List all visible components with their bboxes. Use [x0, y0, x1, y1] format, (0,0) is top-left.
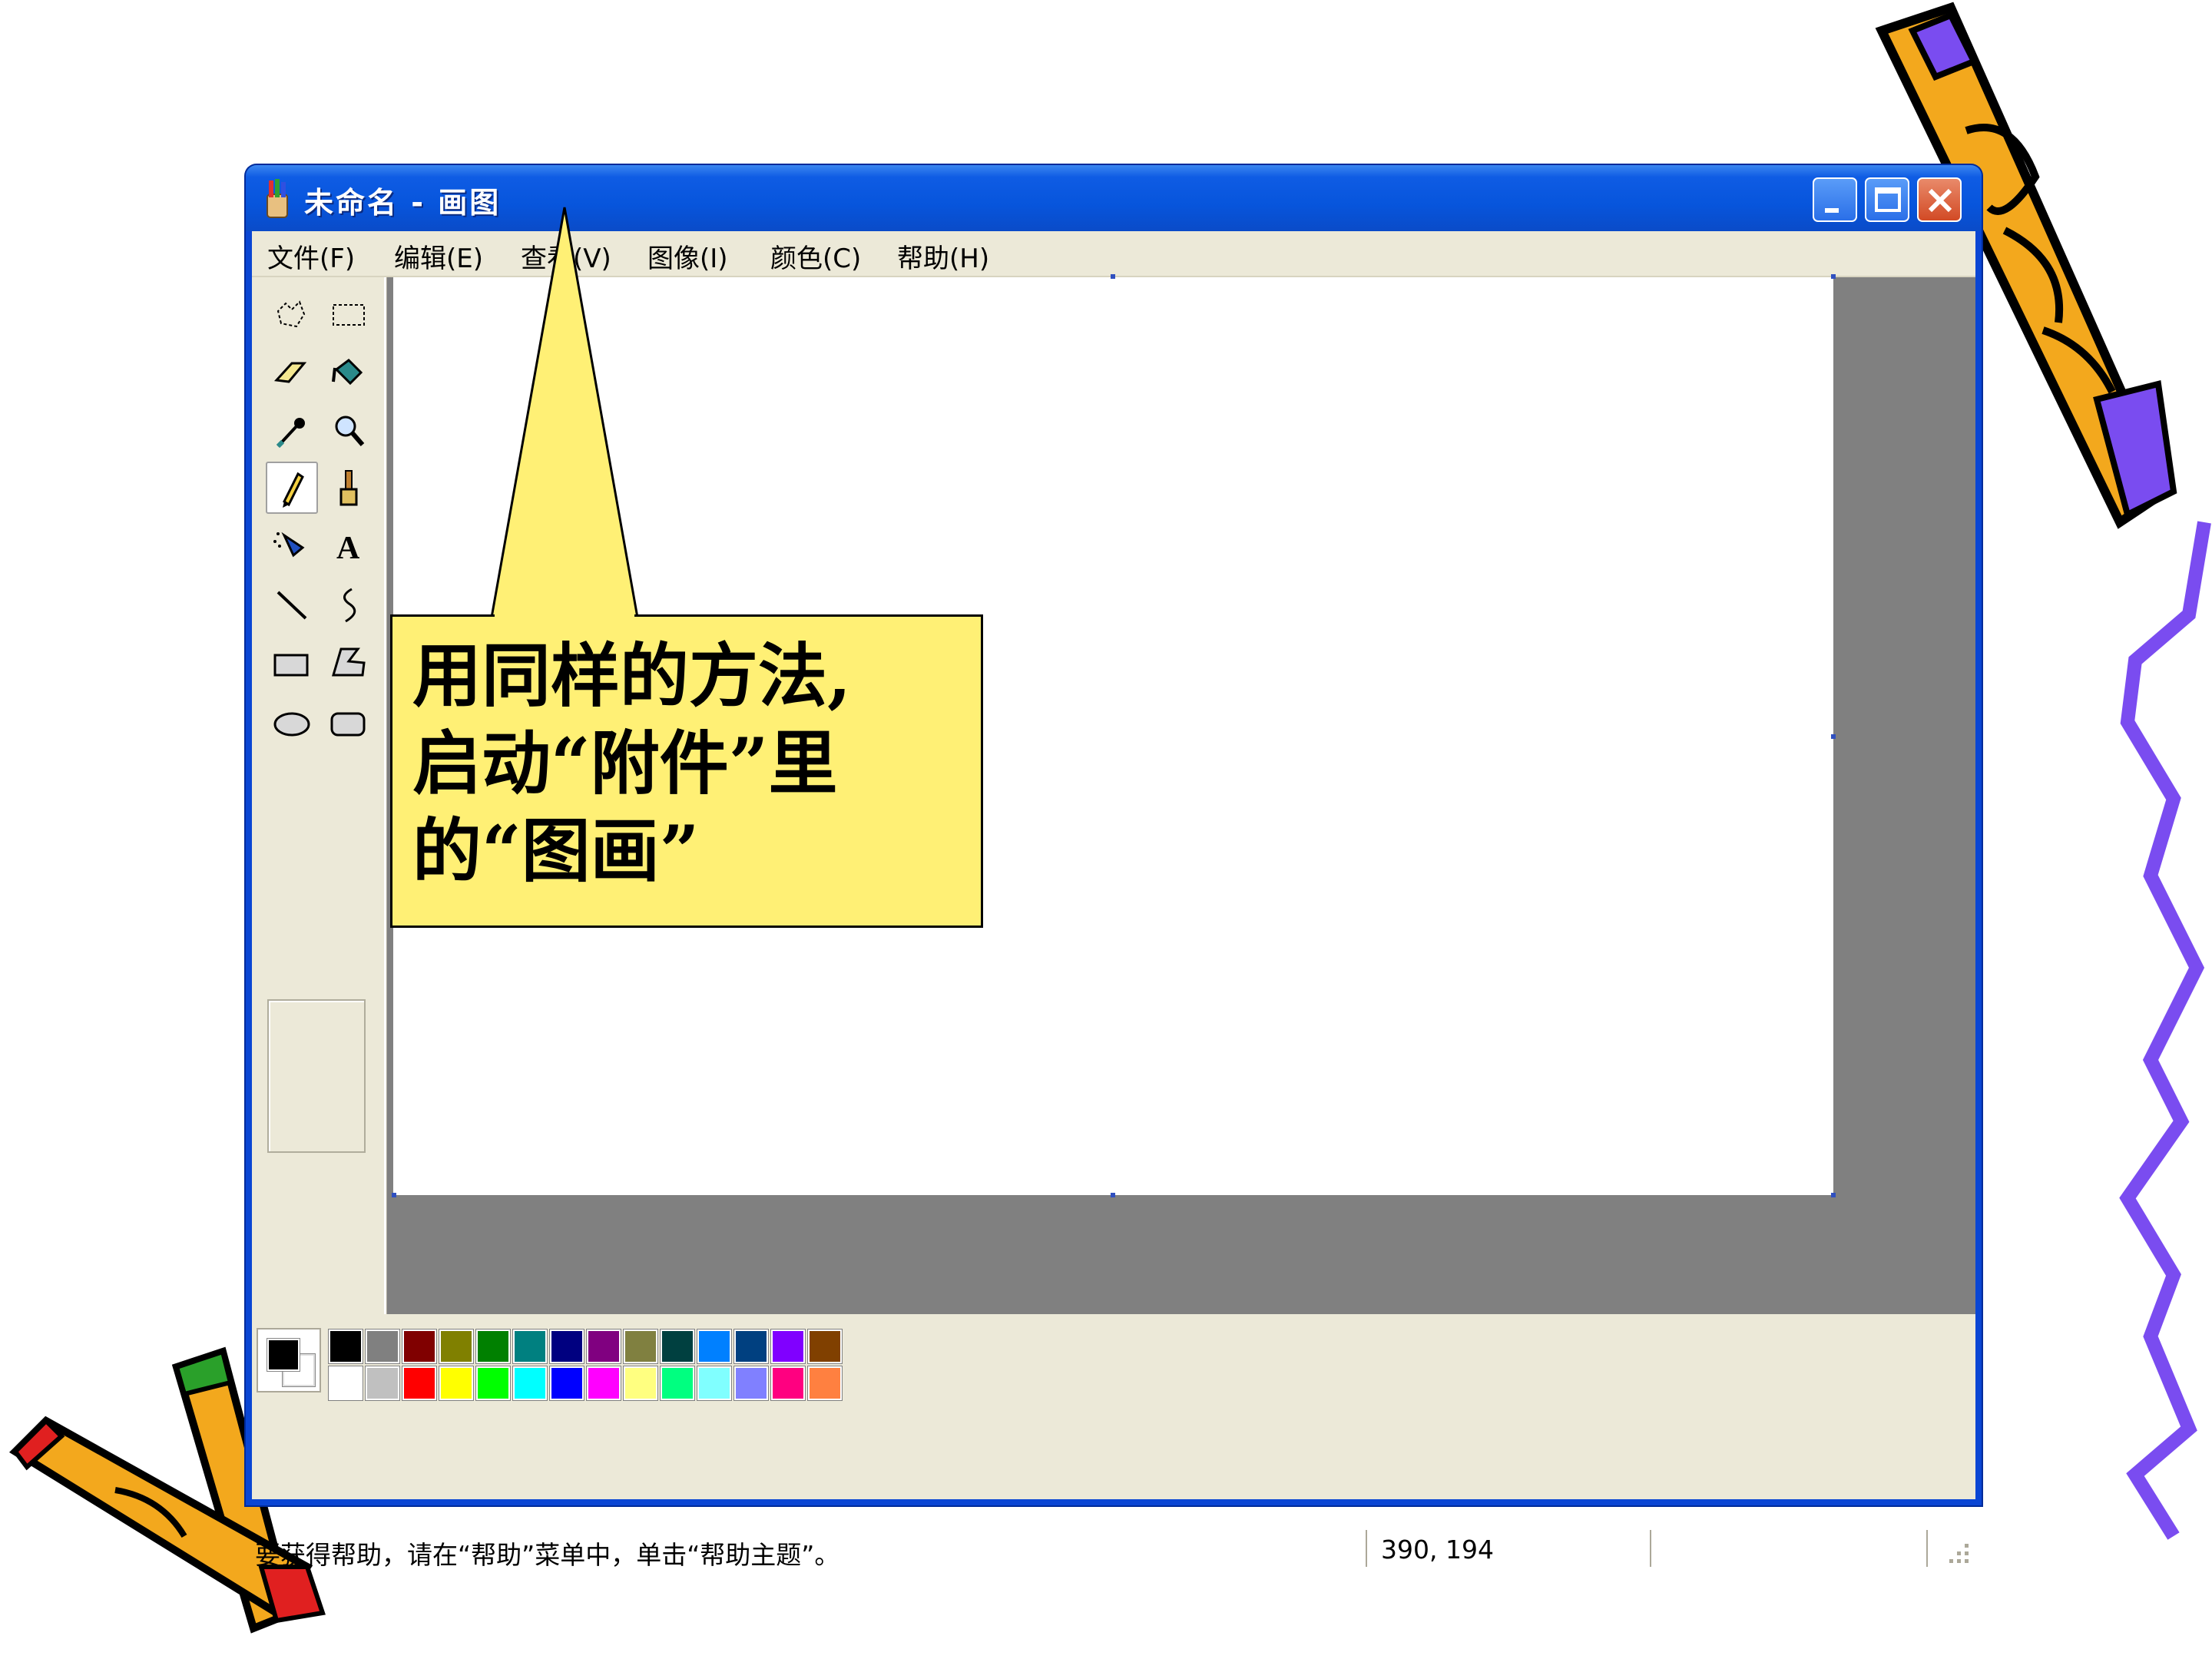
callout-line-2: 启动“附件”里	[412, 723, 838, 804]
callout-line-1: 用同样的方法,	[412, 635, 852, 717]
callout-pointer	[490, 207, 639, 619]
callout-line-3: 的“图画”	[412, 810, 700, 892]
callout-box: 用同样的方法, 启动“附件”里 的“图画”	[390, 614, 983, 928]
